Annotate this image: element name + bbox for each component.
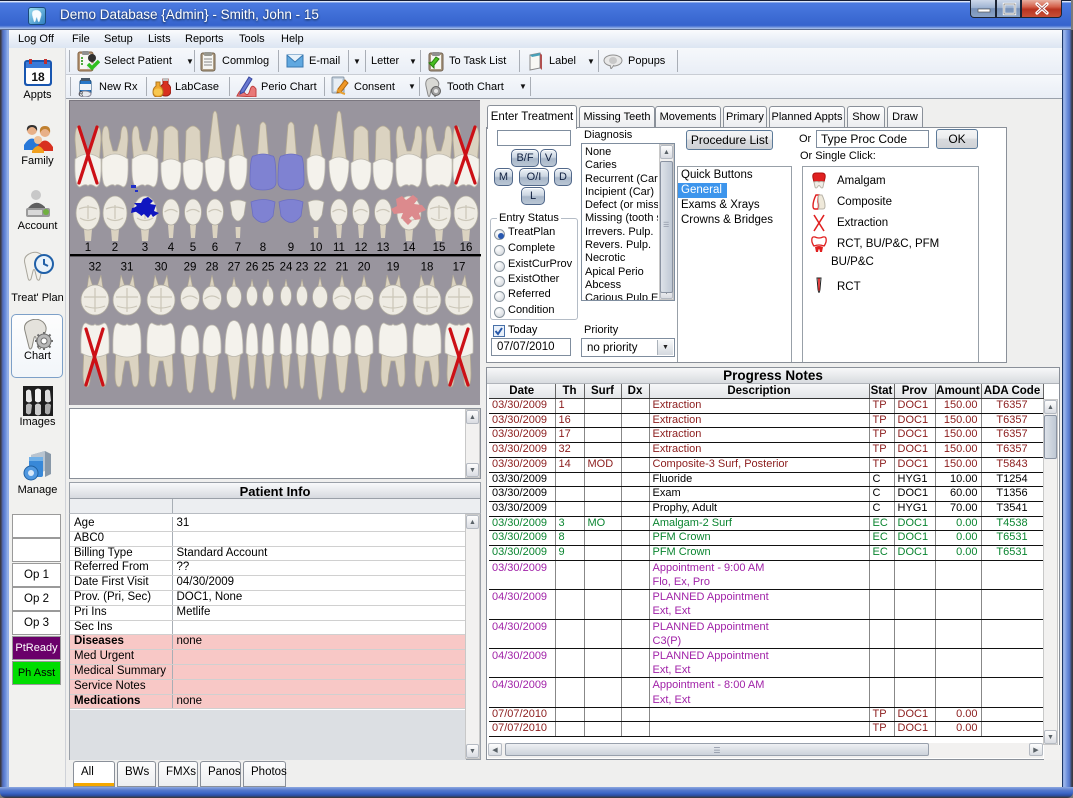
svg-text:31: 31 [121, 262, 134, 274]
svg-text:30: 30 [155, 262, 168, 274]
svg-text:19: 19 [387, 262, 400, 274]
svg-text:23: 23 [296, 262, 309, 274]
svg-text:15: 15 [433, 242, 446, 254]
svg-text:9: 9 [288, 242, 294, 254]
svg-text:32: 32 [89, 262, 102, 274]
svg-text:13: 13 [377, 242, 390, 254]
svg-text:4: 4 [168, 242, 175, 254]
svg-text:18: 18 [31, 70, 45, 84]
svg-text:22: 22 [314, 262, 327, 274]
svg-text:6: 6 [212, 242, 218, 254]
svg-text:11: 11 [333, 242, 345, 254]
svg-text:20: 20 [358, 262, 371, 274]
svg-text:8: 8 [260, 242, 266, 254]
svg-text:5: 5 [190, 242, 196, 254]
svg-text:27: 27 [228, 262, 241, 274]
svg-text:2: 2 [112, 242, 118, 254]
svg-text:25: 25 [262, 262, 275, 274]
svg-text:14: 14 [403, 242, 416, 254]
svg-text:1: 1 [85, 242, 91, 254]
svg-text:16: 16 [460, 242, 473, 254]
svg-text:24: 24 [280, 262, 293, 274]
svg-text:29: 29 [184, 262, 197, 274]
svg-text:10: 10 [310, 242, 323, 254]
svg-text:21: 21 [336, 262, 349, 274]
svg-text:17: 17 [453, 262, 466, 274]
svg-text:26: 26 [246, 262, 259, 274]
svg-text:28: 28 [206, 262, 219, 274]
svg-text:7: 7 [235, 242, 241, 254]
svg-text:3: 3 [142, 242, 148, 254]
svg-text:18: 18 [421, 262, 434, 274]
svg-text:12: 12 [355, 242, 368, 254]
svg-text:R: R [79, 92, 84, 97]
